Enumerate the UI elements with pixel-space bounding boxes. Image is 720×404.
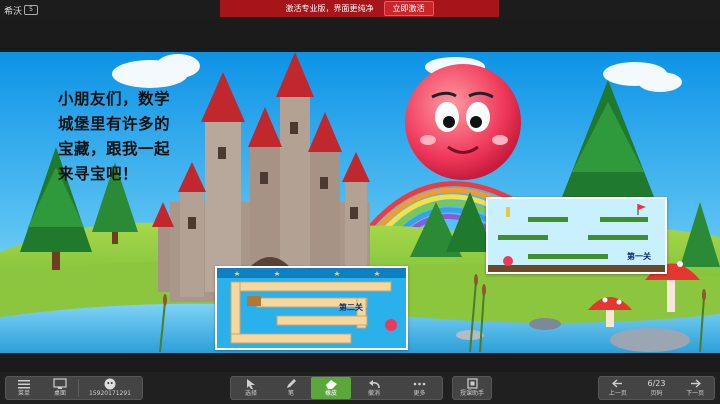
eraser-tool-label: 橡皮 — [324, 390, 337, 397]
bottom-toolbar: 菜单 桌面 15920171291 选择 笔 橡皮 撤消 更多 授课助手 上一页… — [0, 372, 720, 404]
menu-label: 菜单 — [17, 390, 30, 397]
menu-icon — [18, 377, 30, 390]
eraser-tool-button[interactable]: 橡皮 — [311, 377, 351, 399]
arrow-left-icon — [612, 377, 623, 390]
page-indicator: 6/23 — [647, 379, 666, 388]
more-icon — [413, 377, 426, 390]
speech-text: 小朋友们，数学 城堡里有许多的 宝藏，跟我一起 来寻宝吧！ — [58, 86, 223, 186]
activate-now-button[interactable]: 立即激活 — [383, 1, 434, 16]
speech-line-2: 城堡里有许多的 — [58, 114, 171, 133]
pen-icon — [285, 377, 297, 390]
arrow-right-icon — [690, 377, 701, 390]
desktop-icon — [53, 377, 67, 390]
speech-line-4: 来寻宝吧！ — [58, 164, 139, 183]
drawing-tool-group: 选择 笔 橡皮 撤消 更多 — [230, 376, 443, 400]
speech-line-3: 宝藏，跟我一起 — [58, 139, 171, 158]
more-tools-label: 更多 — [413, 390, 426, 397]
level-label: 第一关 — [627, 252, 651, 261]
activation-message: 激活专业版，界面更纯净 — [285, 4, 374, 13]
brand: 希沃 5 — [4, 3, 39, 17]
assistant-group: 授课助手 — [452, 376, 492, 400]
undo-label: 撤消 — [367, 390, 380, 397]
undo-button[interactable]: 撤消 — [351, 377, 397, 399]
page-number-label: 页码 — [650, 390, 663, 397]
select-tool-button[interactable]: 选择 — [231, 377, 271, 399]
next-page-label: 下一页 — [686, 390, 705, 397]
pen-tool-button[interactable]: 笔 — [271, 377, 311, 399]
next-page-button[interactable]: 下一页 — [676, 377, 714, 399]
game-card-level-2[interactable]: 第二关 — [215, 266, 408, 350]
left-tool-group: 菜单 桌面 15920171291 — [5, 376, 143, 400]
prev-page-button[interactable]: 上一页 — [599, 377, 637, 399]
prev-page-label: 上一页 — [608, 390, 627, 397]
ball-character — [405, 64, 521, 180]
desktop-label: 桌面 — [53, 390, 66, 397]
cursor-icon — [246, 377, 256, 390]
speech-line-1: 小朋友们，数学 — [58, 89, 171, 108]
eraser-icon — [325, 377, 338, 390]
select-tool-label: 选择 — [244, 390, 257, 397]
teaching-assistant-label: 授课助手 — [459, 390, 484, 397]
undo-icon — [368, 377, 381, 390]
brand-logo-icon: 5 — [24, 5, 39, 15]
activation-banner: 激活专业版，界面更纯净 立即激活 — [220, 0, 499, 17]
menu-button[interactable]: 菜单 — [6, 377, 42, 399]
more-tools-button[interactable]: 更多 — [397, 377, 442, 399]
user-account-button[interactable]: 15920171291 — [79, 377, 141, 399]
page-number-button[interactable]: 6/23 页码 — [637, 377, 677, 399]
teaching-assistant-button[interactable]: 授课助手 — [453, 377, 491, 399]
user-account-label: 15920171291 — [89, 390, 131, 397]
user-avatar-icon — [104, 377, 116, 390]
game-card-level-1[interactable]: 第一关 — [486, 197, 667, 274]
desktop-button[interactable]: 桌面 — [42, 377, 78, 399]
pen-tool-label: 笔 — [287, 390, 294, 397]
app-window: { "app": {"brand_name": "希沃", "brand_mar… — [0, 0, 720, 404]
top-bar: 希沃 5 激活专业版，界面更纯净 立即激活 — [0, 0, 720, 20]
brand-name: 希沃 — [4, 6, 23, 17]
maze-thumbnail — [217, 268, 406, 348]
level-label: 第二关 — [339, 303, 363, 312]
assistant-icon — [466, 377, 478, 390]
page-navigation: 上一页 6/23 页码 下一页 — [598, 376, 715, 400]
